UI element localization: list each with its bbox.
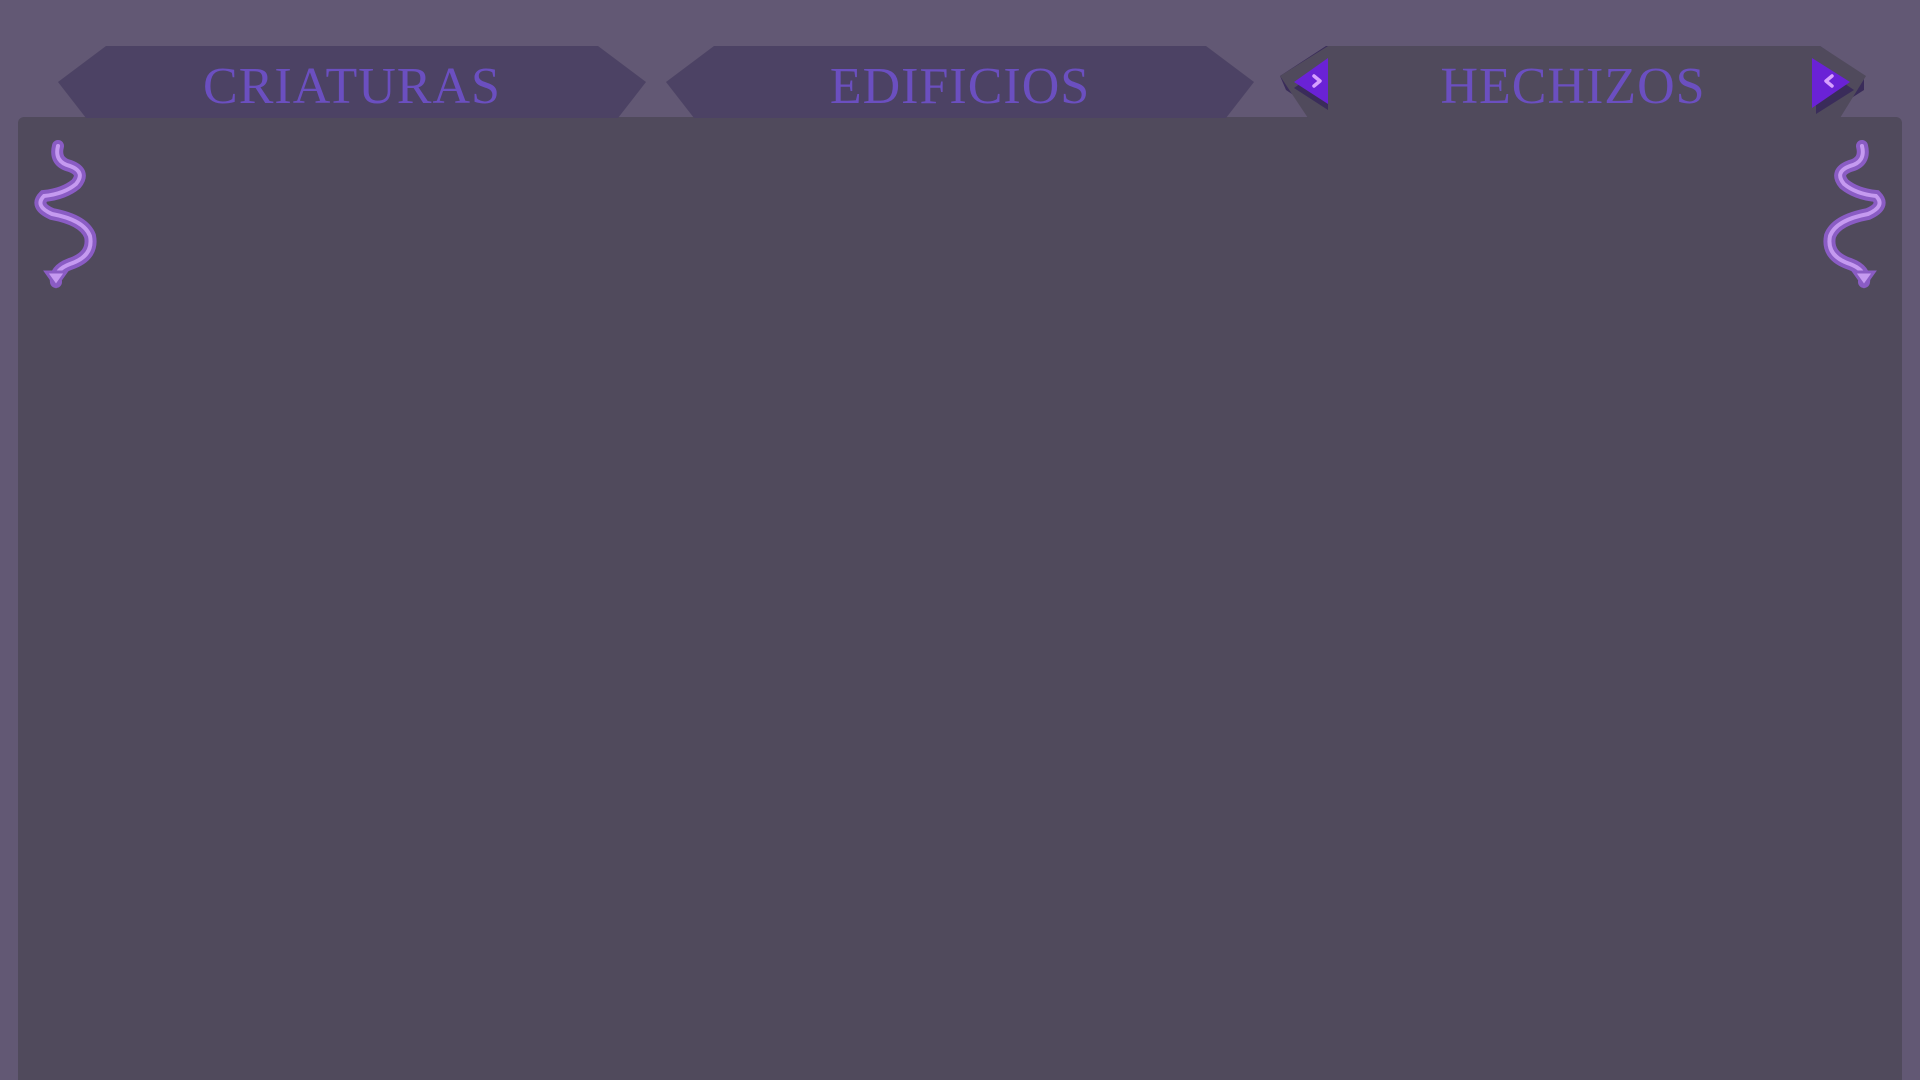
right-arrow-icon[interactable]	[1806, 56, 1860, 114]
tab-criaturas[interactable]: CRIATURAS	[58, 46, 646, 118]
tab-criaturas-label: CRIATURAS	[203, 58, 501, 115]
tab-edificios-label: EDIFICIOS	[829, 58, 1091, 115]
tab-hechizos[interactable]: HECHIZOS	[1280, 46, 1866, 118]
left-arrow-icon[interactable]	[1288, 56, 1342, 114]
content-panel	[18, 117, 1902, 1080]
swirl-ornament-icon	[1823, 140, 1886, 289]
game-menu-screen: CRIATURAS EDIFICIOS HECHIZOS	[0, 0, 1920, 1080]
tab-hechizos-label: HECHIZOS	[1440, 58, 1706, 115]
swirl-ornament-icon	[34, 140, 97, 289]
tab-edificios[interactable]: EDIFICIOS	[666, 46, 1254, 118]
